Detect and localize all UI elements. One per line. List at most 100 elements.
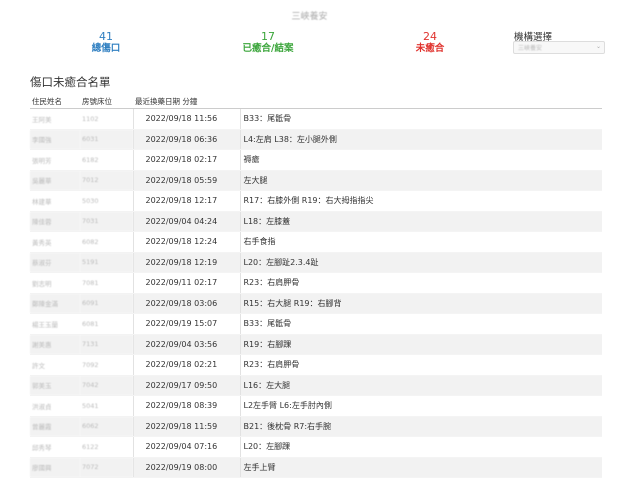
- wound-location: L16：左大腿: [239, 375, 602, 396]
- bed-number: 6122: [80, 436, 133, 458]
- top-bar: 三峽養安: [0, 0, 619, 26]
- last-dressing-date: 2022/09/18 05:59: [132, 170, 240, 191]
- table-row[interactable]: 陳佳蓉 7031 2022/09/04 04:24 L18：左膝蓋: [30, 211, 602, 232]
- stat-healed-label: 已癒合/結案: [242, 43, 294, 54]
- bed-number: 7042: [80, 375, 133, 396]
- table-row[interactable]: 洪淑貞 5041 2022/09/18 08:39 L2左手臂 L6:左手肘內側: [30, 395, 602, 417]
- table-row[interactable]: 謝美惠 7131 2022/09/04 03:56 R19：右腳踝: [30, 334, 602, 355]
- header-last-dressing[interactable]: 最近換藥日期 分鐘: [133, 94, 240, 109]
- last-dressing-date: 2022/09/11 02:17: [132, 272, 240, 294]
- last-dressing-date: 2022/09/17 09:50: [132, 375, 240, 396]
- resident-name: 許文: [30, 354, 80, 376]
- wound-location: L18：左膝蓋: [239, 211, 602, 232]
- table-row[interactable]: 張明芳 6182 2022/09/18 02:17 褥瘡: [30, 149, 602, 171]
- wound-location: R17：右膝外側 R19：右大拇指指尖: [239, 190, 602, 212]
- bed-number: 7031: [80, 211, 133, 232]
- resident-name: 曾麗霞: [30, 416, 80, 437]
- header-wound[interactable]: [240, 94, 602, 109]
- wound-location: L2左手臂 L6:左手肘內側: [239, 395, 602, 417]
- table-row[interactable]: 曾麗霞 6062 2022/09/18 11:59 B21：後枕骨 R7:右手腕: [30, 416, 602, 437]
- stat-healed[interactable]: 17 已癒合/結案: [218, 30, 318, 55]
- bed-number: 6091: [80, 293, 133, 314]
- last-dressing-date: 2022/09/18 12:17: [132, 190, 240, 212]
- wound-location: R23：右肩胛骨: [239, 272, 602, 294]
- last-dressing-date: 2022/09/18 08:39: [132, 395, 240, 417]
- last-dressing-date: 2022/09/18 06:36: [132, 129, 240, 150]
- wound-location: L20：左腳踝: [239, 436, 602, 458]
- org-select[interactable]: 三峽養安 ⌄: [513, 41, 605, 54]
- wound-location: R19：右腳踝: [239, 334, 602, 355]
- unhealed-wound-table: 住民姓名 房號床位 最近換藥日期 分鐘 王阿美 1102 2022/09/18 11…: [30, 94, 602, 478]
- bed-number: 1102: [80, 108, 133, 130]
- stat-unhealed[interactable]: 24 未癒合: [380, 30, 480, 55]
- resident-name: 蔡淑芬: [30, 252, 80, 273]
- resident-name: 吳麗華: [30, 170, 80, 191]
- table-row[interactable]: 蔡淑芬 5191 2022/09/18 12:19 L20：左腳趾2.3.4趾: [30, 252, 602, 273]
- resident-name: 郭美玉: [30, 375, 80, 396]
- table-row[interactable]: 王阿美 1102 2022/09/18 11:56 B33：尾骶骨: [30, 108, 602, 130]
- bed-number: 6082: [80, 231, 133, 253]
- wound-location: 右手食指: [239, 231, 602, 253]
- wound-location: 褥瘡: [239, 149, 602, 171]
- last-dressing-date: 2022/09/18 12:19: [132, 252, 240, 273]
- bed-number: 6031: [80, 129, 133, 150]
- wound-location: B33：尾骶骨: [239, 313, 602, 335]
- resident-name: 洪淑貞: [30, 395, 80, 417]
- stat-total-label: 總傷口: [91, 43, 121, 54]
- resident-name: 李國強: [30, 129, 80, 150]
- bed-number: 6182: [80, 149, 133, 171]
- resident-name: 邱秀琴: [30, 436, 80, 458]
- section-title: 傷口未癒合名單: [30, 75, 111, 89]
- bed-number: 7092: [80, 354, 133, 376]
- table-row[interactable]: 林建華 5030 2022/09/18 12:17 R17：右膝外側 R19：右大拇指…: [30, 190, 602, 212]
- table-row[interactable]: 劉志明 7081 2022/09/11 02:17 R23：右肩胛骨: [30, 272, 602, 294]
- table-row[interactable]: 吳麗華 7012 2022/09/18 05:59 左大腿: [30, 170, 602, 191]
- resident-name: 廖國興: [30, 457, 80, 478]
- last-dressing-date: 2022/09/19 08:00: [132, 457, 240, 478]
- stat-unhealed-label: 未癒合: [415, 43, 445, 54]
- stat-unhealed-value: 24: [423, 30, 437, 43]
- table-row[interactable]: 鄭陳金滿 6091 2022/09/18 03:06 R15：右大腿 R19：右腳背: [30, 293, 602, 314]
- resident-name: 楊王玉蘭: [30, 313, 80, 335]
- table-header-row: 住民姓名 房號床位 最近換藥日期 分鐘: [30, 94, 602, 109]
- last-dressing-date: 2022/09/18 02:21: [132, 354, 240, 376]
- header-bed[interactable]: 房號床位: [80, 94, 133, 109]
- stat-healed-value: 17: [261, 30, 275, 43]
- table-row[interactable]: 李國強 6031 2022/09/18 06:36 L4:左肩 L38：左小腿外側: [30, 129, 602, 150]
- stat-total-wounds[interactable]: 41 總傷口: [56, 30, 156, 55]
- bed-number: 7131: [80, 334, 133, 355]
- wound-location: L4:左肩 L38：左小腿外側: [239, 129, 602, 150]
- bed-number: 5030: [80, 190, 133, 212]
- last-dressing-date: 2022/09/18 12:24: [132, 231, 240, 253]
- last-dressing-date: 2022/09/04 07:16: [132, 436, 240, 458]
- last-dressing-date: 2022/09/19 15:07: [132, 313, 240, 335]
- resident-name: 劉志明: [30, 272, 80, 294]
- header-resident-name[interactable]: 住民姓名: [30, 94, 80, 109]
- table-row[interactable]: 楊王玉蘭 6081 2022/09/19 15:07 B33：尾骶骨: [30, 313, 602, 335]
- table-row[interactable]: 邱秀琴 6122 2022/09/04 07:16 L20：左腳踝: [30, 436, 602, 458]
- wound-location: R15：右大腿 R19：右腳背: [239, 293, 602, 314]
- resident-name: 林建華: [30, 190, 80, 212]
- last-dressing-date: 2022/09/18 03:06: [132, 293, 240, 314]
- bed-number: 7081: [80, 272, 133, 294]
- resident-name: 陳佳蓉: [30, 211, 80, 232]
- org-select-value: 三峽養安: [518, 45, 543, 52]
- stat-total-value: 41: [99, 30, 113, 43]
- wound-location: B21：後枕骨 R7:右手腕: [239, 416, 602, 437]
- table-row[interactable]: 郭美玉 7042 2022/09/17 09:50 L16：左大腿: [30, 375, 602, 396]
- table-row[interactable]: 許文 7092 2022/09/18 02:21 R23：右肩胛骨: [30, 354, 602, 376]
- table-row[interactable]: 廖國興 7072 2022/09/19 08:00 左手上臂: [30, 457, 602, 478]
- bed-number: 6081: [80, 313, 133, 335]
- wound-location: 左大腿: [239, 170, 602, 191]
- bed-number: 5041: [80, 395, 133, 417]
- facility-title: 三峽養安: [291, 12, 328, 22]
- resident-name: 張明芳: [30, 149, 80, 171]
- bed-number: 5191: [80, 252, 133, 273]
- table-row[interactable]: 黃秀英 6082 2022/09/18 12:24 右手食指: [30, 231, 602, 253]
- wound-location: 左手上臂: [239, 457, 602, 478]
- last-dressing-date: 2022/09/18 02:17: [132, 149, 240, 171]
- resident-name: 鄭陳金滿: [30, 293, 80, 314]
- resident-name: 謝美惠: [30, 334, 80, 355]
- resident-name: 黃秀英: [30, 231, 80, 253]
- wound-location: L20：左腳趾2.3.4趾: [239, 252, 602, 273]
